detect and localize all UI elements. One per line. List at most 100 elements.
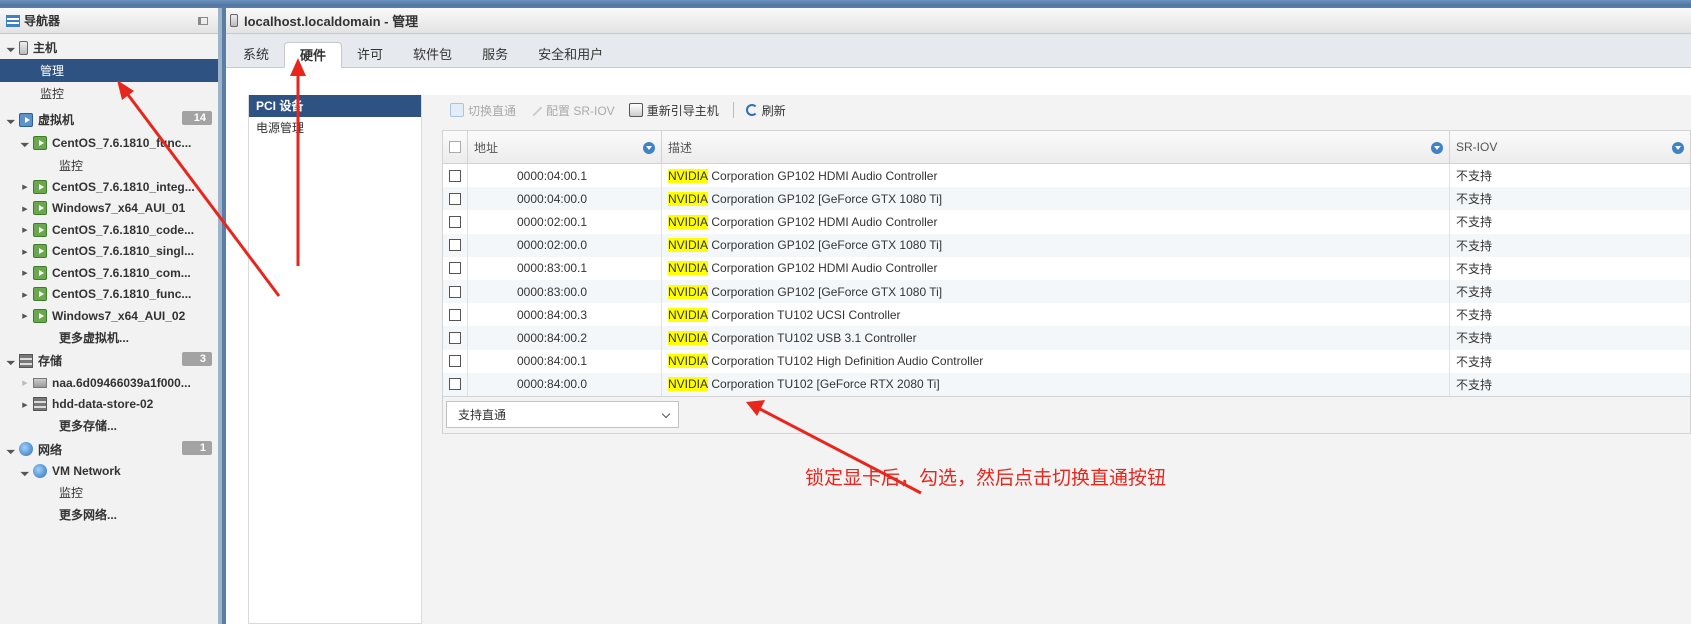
expand-icon[interactable]: [20, 247, 30, 256]
expand-icon[interactable]: [20, 400, 30, 409]
host-icon: [230, 14, 238, 27]
nav-more-networks[interactable]: 更多网络...: [0, 504, 218, 526]
row-checkbox[interactable]: [449, 308, 461, 321]
table-row[interactable]: 0000:04:00.0 NVIDIA Corporation GP102 [Ge…: [443, 187, 1690, 211]
nav-storage[interactable]: 存储 3: [0, 349, 218, 372]
expand-icon[interactable]: [6, 356, 16, 365]
select-all-checkbox[interactable]: [449, 141, 461, 153]
row-checkbox-cell: [443, 256, 468, 280]
toggle-passthrough-button[interactable]: 切换直通: [450, 102, 516, 119]
nav-network[interactable]: 网络 1: [0, 438, 218, 461]
table-row[interactable]: 0000:83:00.0 NVIDIA Corporation GP102 [Ge…: [443, 279, 1690, 304]
column-menu-icon[interactable]: [1672, 142, 1684, 154]
reboot-host-button[interactable]: 重新引导主机: [628, 102, 719, 119]
collapse-navigator-icon[interactable]: [198, 16, 208, 25]
expand-icon[interactable]: [20, 138, 30, 147]
tab-services[interactable]: 服务: [467, 43, 523, 67]
nav-vm-item[interactable]: CentOS_7.6.1810_func...: [0, 284, 218, 306]
passthrough-filter-select[interactable]: 支持直通: [446, 400, 679, 428]
expand-icon[interactable]: [20, 182, 30, 191]
nav-datastore[interactable]: naa.6d09466039a1f000...: [0, 372, 218, 394]
nav-network-label: 网络: [38, 442, 63, 457]
expand-icon[interactable]: [20, 225, 30, 234]
nav-more-vms[interactable]: 更多虚拟机...: [0, 327, 218, 349]
nav-vm-item[interactable]: CentOS_7.6.1810_integ...: [0, 176, 218, 198]
vm-icon: [33, 135, 47, 150]
tab-packages[interactable]: 软件包: [398, 43, 467, 67]
table-row[interactable]: 0000:84:00.3 NVIDIA Corporation TU102 UCS…: [443, 303, 1690, 327]
nav-more-storage[interactable]: 更多存储...: [0, 415, 218, 437]
table-row[interactable]: 0000:84:00.0 NVIDIA Corporation TU102 [Ge…: [443, 372, 1690, 396]
table-row[interactable]: 0000:04:00.1 NVIDIA Corporation GP102 HDM…: [443, 164, 1690, 188]
expand-icon[interactable]: [20, 290, 30, 299]
main-title-bar: localhost.localdomain - 管理: [226, 8, 1691, 34]
nav-host-monitor[interactable]: 监控: [0, 82, 218, 105]
nav-vm-item[interactable]: CentOS_7.6.1810_com...: [0, 262, 218, 284]
row-checkbox[interactable]: [449, 331, 461, 344]
configure-sriov-button[interactable]: 配置 SR-IOV: [529, 102, 615, 119]
column-menu-icon[interactable]: [1431, 142, 1443, 154]
pci-devices-panel: 切换直通 配置 SR-IOV 重新引导主机 刷新 地址 描述 SR-IOV 00…: [422, 95, 1691, 624]
vendor-highlight: NVIDIA: [668, 214, 709, 229]
table-row[interactable]: 0000:84:00.1 NVIDIA Corporation TU102 Hig…: [443, 349, 1690, 373]
address-cell: 0000:84:00.1: [468, 349, 662, 373]
nav-vm-item[interactable]: CentOS_7.6.1810_func...: [0, 131, 218, 154]
nav-datastore[interactable]: hdd-data-store-02: [0, 394, 218, 416]
row-checkbox[interactable]: [449, 239, 461, 252]
expand-icon[interactable]: [20, 204, 30, 213]
sriov-cell: 不支持: [1456, 192, 1493, 207]
column-description[interactable]: 描述: [662, 131, 1450, 163]
expand-icon[interactable]: [20, 311, 30, 320]
row-checkbox-cell: [443, 210, 468, 234]
subnav-power-management[interactable]: 电源管理: [249, 117, 421, 139]
row-checkbox[interactable]: [449, 285, 461, 298]
nav-vms[interactable]: 虚拟机 14: [0, 108, 218, 131]
tab-security-users[interactable]: 安全和用户: [523, 43, 618, 67]
row-checkbox-cell: [443, 187, 468, 211]
row-checkbox[interactable]: [449, 378, 461, 391]
table-row[interactable]: 0000:84:00.2 NVIDIA Corporation TU102 USB…: [443, 326, 1690, 350]
tab-license[interactable]: 许可: [342, 43, 398, 67]
row-checkbox[interactable]: [449, 169, 461, 182]
expand-icon[interactable]: [6, 445, 16, 454]
nav-vm-item[interactable]: CentOS_7.6.1810_code...: [0, 219, 218, 241]
refresh-button[interactable]: 刷新: [745, 102, 786, 119]
nav-vm-item[interactable]: Windows7_x64_AUI_01: [0, 198, 218, 220]
row-checkbox[interactable]: [449, 355, 461, 368]
description-cell: NVIDIA Corporation GP102 [GeForce GTX 10…: [662, 233, 1450, 257]
tab-system[interactable]: 系统: [228, 43, 284, 67]
address-cell: 0000:84:00.3: [468, 303, 662, 327]
nav-host-manage[interactable]: 管理: [0, 59, 218, 82]
address-cell: 0000:02:00.1: [468, 210, 662, 234]
vendor-highlight: NVIDIA: [668, 238, 709, 253]
table-row[interactable]: 0000:02:00.0 NVIDIA Corporation GP102 [Ge…: [443, 233, 1690, 257]
nav-vm-item[interactable]: CentOS_7.6.1810_singl...: [0, 241, 218, 263]
description-cell: NVIDIA Corporation TU102 [GeForce RTX 20…: [662, 372, 1450, 396]
nav-host[interactable]: 主机: [0, 36, 218, 59]
row-checkbox[interactable]: [449, 192, 461, 205]
nav-vm-item[interactable]: Windows7_x64_AUI_02: [0, 305, 218, 327]
vendor-highlight: NVIDIA: [668, 354, 709, 369]
table-row[interactable]: 0000:02:00.1 NVIDIA Corporation GP102 HDM…: [443, 210, 1690, 234]
expand-icon[interactable]: [20, 378, 30, 387]
nav-vm-network[interactable]: VM Network: [0, 461, 218, 483]
expand-icon[interactable]: [6, 43, 16, 52]
expand-icon[interactable]: [6, 115, 16, 124]
expand-icon[interactable]: [20, 467, 30, 476]
nav-vm-monitor[interactable]: 监控: [0, 154, 218, 176]
table-row[interactable]: 0000:83:00.1 NVIDIA Corporation GP102 HDM…: [443, 256, 1690, 280]
row-checkbox[interactable]: [449, 215, 461, 228]
column-sriov[interactable]: SR-IOV: [1450, 131, 1690, 163]
row-checkbox[interactable]: [449, 262, 461, 275]
sriov-cell: 不支持: [1456, 285, 1493, 300]
description-text: Corporation TU102 [GeForce RTX 2080 Ti]: [708, 377, 940, 392]
expand-icon[interactable]: [20, 268, 30, 277]
nav-network-monitor[interactable]: 监控: [0, 482, 218, 504]
column-menu-icon[interactable]: [643, 142, 655, 154]
column-address[interactable]: 地址: [468, 131, 662, 163]
vm-icon: [33, 179, 47, 194]
subnav-pci-devices[interactable]: PCI 设备: [249, 95, 421, 117]
table-header: 地址 描述 SR-IOV: [443, 131, 1690, 164]
tab-hardware[interactable]: 硬件: [284, 42, 343, 68]
configure-sriov-label: 配置 SR-IOV: [546, 103, 615, 118]
